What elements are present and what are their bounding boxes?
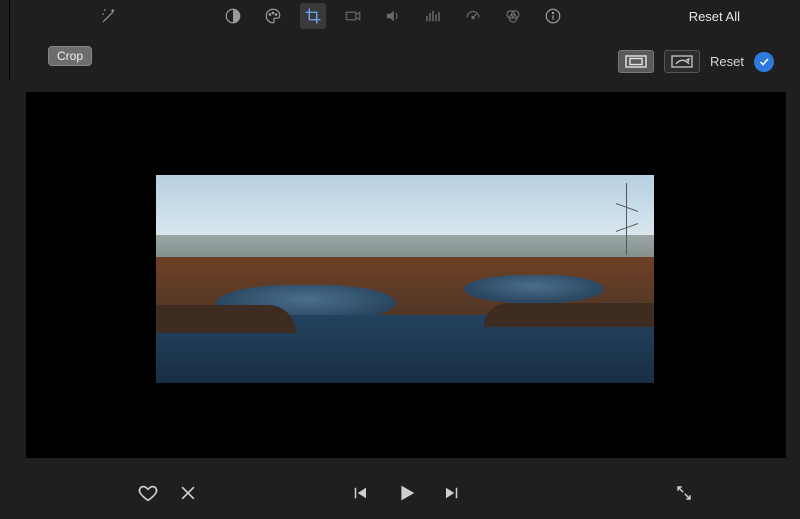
audio-icon[interactable] (380, 3, 406, 29)
info-icon[interactable] (540, 3, 566, 29)
auto-enhance-icon[interactable] (96, 3, 122, 29)
crop-kenburns-button[interactable] (664, 50, 700, 73)
play-icon[interactable] (394, 481, 418, 505)
fullscreen-icon[interactable] (672, 481, 696, 505)
crop-fit-button[interactable] (618, 50, 654, 73)
favorite-icon[interactable] (136, 481, 160, 505)
previous-frame-icon[interactable] (348, 481, 372, 505)
inspector-toolbar: Reset All (10, 0, 800, 32)
playback-bar (26, 473, 786, 513)
reject-icon[interactable] (176, 481, 200, 505)
color-balance-icon[interactable] (220, 3, 246, 29)
crop-reset-button[interactable]: Reset (710, 54, 744, 69)
crop-controls: Reset (618, 50, 774, 73)
video-preview[interactable] (26, 92, 786, 458)
reset-all-button[interactable]: Reset All (689, 9, 740, 24)
stabilize-icon[interactable] (340, 3, 366, 29)
confirm-check-icon[interactable] (754, 52, 774, 72)
next-frame-icon[interactable] (440, 481, 464, 505)
color-filter-icon[interactable] (500, 3, 526, 29)
crop-icon[interactable] (300, 3, 326, 29)
color-palette-icon[interactable] (260, 3, 286, 29)
equalizer-icon[interactable] (420, 3, 446, 29)
speed-icon[interactable] (460, 3, 486, 29)
crop-tooltip: Crop (48, 46, 92, 66)
clip-thumbnail (156, 175, 654, 383)
